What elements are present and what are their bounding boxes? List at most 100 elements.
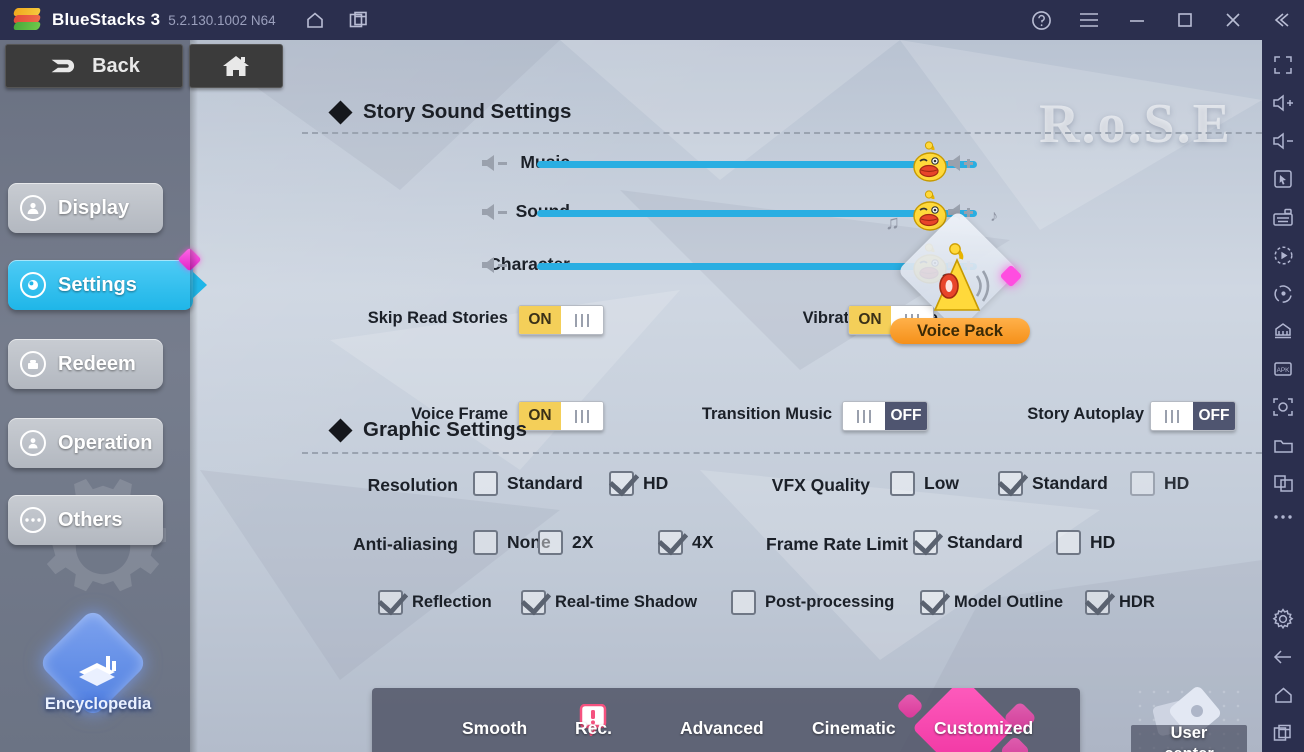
checkbox-box <box>378 590 403 615</box>
preset-advanced[interactable]: Advanced <box>680 718 764 739</box>
sidebar-item-operation[interactable]: Operation <box>8 418 163 468</box>
user-center-label: User center <box>1133 723 1245 752</box>
diamond-icon <box>328 99 353 125</box>
sound-section-header: Story Sound Settings <box>328 99 571 125</box>
volume-down-icon[interactable] <box>480 152 516 174</box>
checkbox-label: Reflection <box>412 593 492 611</box>
toggle-story-autoplay[interactable]: OFF <box>1150 401 1236 431</box>
back-button[interactable]: Back <box>5 44 183 88</box>
back-arrow-icon[interactable] <box>1266 638 1300 676</box>
encyclopedia-button[interactable]: Encyclopedia <box>28 607 168 730</box>
macro-play-icon[interactable] <box>1266 236 1300 274</box>
volume-down-icon[interactable] <box>1266 122 1300 160</box>
gear-icon[interactable] <box>1266 600 1300 638</box>
checkbox-post-processing[interactable]: Post-processing <box>731 590 894 615</box>
toggle-off-text: OFF <box>1193 402 1235 430</box>
checkbox-label: HD <box>1164 473 1190 493</box>
checkbox-box <box>913 530 938 555</box>
slider-music[interactable] <box>537 141 977 182</box>
keyboard-icon[interactable] <box>1266 198 1300 236</box>
checkbox-box <box>473 471 498 496</box>
recents-icon[interactable] <box>1266 714 1300 752</box>
checkbox-box <box>920 590 945 615</box>
preset-label: Smooth <box>462 717 528 738</box>
home-icon <box>223 56 249 76</box>
preset-customized[interactable]: Customized <box>934 718 1033 739</box>
close-icon[interactable] <box>1216 3 1250 37</box>
screenshot-icon[interactable] <box>1266 388 1300 426</box>
multi-instance-icon[interactable] <box>342 3 376 37</box>
toggle-label-story-autoplay: Story Autoplay <box>1027 405 1144 423</box>
sidebar-item-label: Settings <box>58 273 137 296</box>
help-icon[interactable] <box>1024 3 1058 37</box>
encyclopedia-label: Encyclopedia <box>44 695 152 713</box>
sidebar-item-label: Redeem <box>58 352 136 375</box>
sidebar-item-display[interactable]: Display <box>8 183 163 233</box>
volume-up-icon[interactable] <box>1266 84 1300 122</box>
game-viewport: R.o.S.E Back Display Settings Redeem Ope… <box>0 40 1262 752</box>
back-d-logo-icon <box>51 59 75 73</box>
apk-install-icon[interactable]: APK <box>1266 350 1300 388</box>
app-version: 5.2.130.1002 N64 <box>168 12 276 28</box>
checkbox-hdr[interactable]: HDR <box>1085 590 1155 615</box>
preset-rec[interactable]: Rec. <box>575 718 612 739</box>
voice-pack-button[interactable]: Voice Pack ♫ ♪ <box>885 208 1030 350</box>
rotate-icon[interactable] <box>1266 274 1300 312</box>
copy-icon[interactable] <box>1266 464 1300 502</box>
checkbox-frl-standard[interactable]: Standard <box>913 530 1023 555</box>
pointer-icon[interactable] <box>1266 160 1300 198</box>
preset-smooth[interactable]: Smooth <box>462 703 607 739</box>
checkbox-vfx-standard[interactable]: Standard <box>998 471 1108 496</box>
checkbox-reflection[interactable]: Reflection <box>378 590 492 615</box>
slider-label-music: Music <box>310 152 570 173</box>
sidebar-item-label: Operation <box>58 431 153 454</box>
slider-label-character: Character <box>488 254 570 274</box>
group-label-anti-aliasing: Anti-aliasing <box>352 534 458 554</box>
checkbox-box <box>521 590 546 615</box>
checkbox-label: Post-processing <box>765 593 895 611</box>
toggle-on-text: ON <box>519 306 561 334</box>
sidebar-item-settings[interactable]: Settings <box>8 247 207 310</box>
checkbox-resolution-standard[interactable]: Standard <box>473 471 583 496</box>
checkbox-box <box>538 530 563 555</box>
graphic-section-title: Graphic Settings <box>363 418 528 441</box>
checkbox-label: Standard <box>947 532 1023 552</box>
checkbox-model-outline[interactable]: Model Outline <box>920 590 1063 615</box>
home-icon[interactable] <box>1266 676 1300 714</box>
menu-icon[interactable] <box>1072 3 1106 37</box>
more-icon[interactable] <box>1266 502 1300 532</box>
volume-down-icon[interactable] <box>480 201 516 223</box>
toggle-label-transition-music: Transition Music <box>701 405 832 423</box>
user-center-button[interactable]: User center <box>1131 685 1247 752</box>
checkbox-box <box>1056 530 1081 555</box>
checkbox-vfx-low[interactable]: Low <box>890 471 959 496</box>
titlebar: BlueStacks 3 5.2.130.1002 N64 <box>0 0 1304 40</box>
volume-down-icon[interactable] <box>480 254 516 276</box>
right-toolbar: APK <box>1262 40 1304 752</box>
folder-icon[interactable] <box>1266 426 1300 464</box>
toggle-grip <box>843 402 885 430</box>
checkbox-label: Model Outline <box>954 593 1064 611</box>
group-label-resolution: Resolution <box>367 475 458 495</box>
checkbox-aa-2x[interactable]: 2X <box>538 530 593 555</box>
multi-instance-manager-icon[interactable] <box>1266 312 1300 350</box>
fullscreen-icon[interactable] <box>1266 46 1300 84</box>
section-divider <box>302 132 1262 134</box>
minimize-icon[interactable] <box>1120 3 1154 37</box>
volume-up-icon[interactable] <box>946 152 982 174</box>
game-home-button[interactable] <box>189 44 283 88</box>
sidebar-item-others[interactable]: Others <box>8 495 163 545</box>
toggle-label-skip-read-stories: Skip Read Stories <box>367 309 508 327</box>
user-circle-icon <box>20 430 46 456</box>
preset-cinematic[interactable]: Cinematic <box>812 718 896 739</box>
checkbox-real-time-shadow[interactable]: Real-time Shadow <box>521 590 697 615</box>
maximize-icon[interactable] <box>1168 3 1202 37</box>
checkbox-vfx-hd[interactable]: HD <box>1130 471 1189 496</box>
collapse-icon[interactable] <box>1264 3 1298 37</box>
user-center-line2: center <box>1133 744 1245 752</box>
sidebar-item-redeem[interactable]: Redeem <box>8 339 163 389</box>
group-label-frame-rate-limit: Frame Rate Limit <box>766 534 908 554</box>
home-icon[interactable] <box>298 3 332 37</box>
settings-content: Story Sound Settings Music <box>190 40 1262 752</box>
checkbox-frl-hd[interactable]: HD <box>1056 530 1115 555</box>
